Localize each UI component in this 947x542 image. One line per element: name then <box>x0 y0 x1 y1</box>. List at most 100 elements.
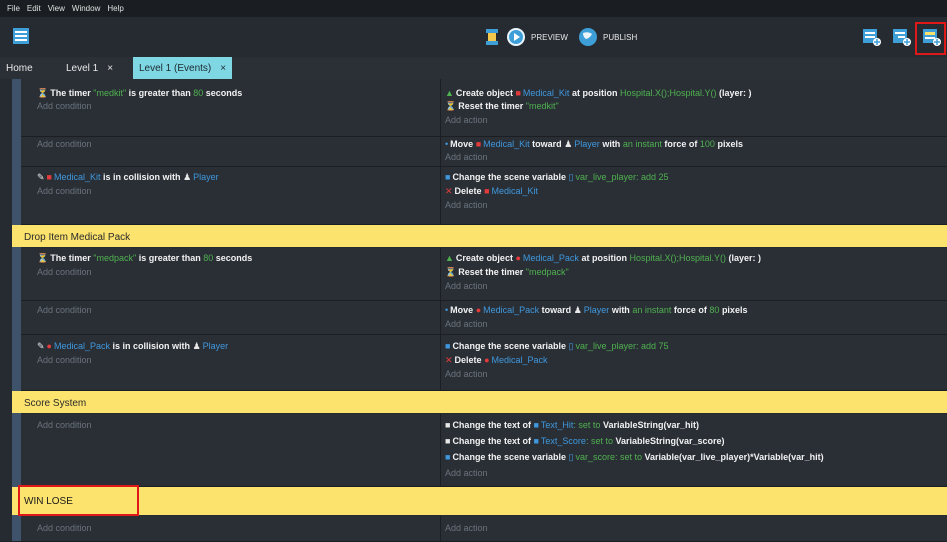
text-object-icon: ■ <box>533 420 539 430</box>
text-icon: ■ <box>445 436 451 446</box>
event-row[interactable]: Add condition • Move ● Medical_Pack toward… <box>21 301 947 335</box>
condition[interactable]: ✎ ■ Medical_Kit is in collision with ♟ Play… <box>37 172 219 183</box>
condition[interactable]: ⏳ The timer "medkit" is greater than 80 s… <box>37 88 242 99</box>
add-event-icon[interactable] <box>862 27 882 47</box>
close-icon[interactable]: × <box>220 63 226 74</box>
add-condition-link[interactable]: Add condition <box>37 101 92 111</box>
event-row[interactable]: ⏳ The timer "medpack" is greater than 80 … <box>21 248 947 301</box>
tab-home[interactable]: Home <box>0 57 39 79</box>
create-object-icon: ▲ <box>445 88 454 98</box>
add-action-link[interactable]: Add action <box>445 115 488 125</box>
medkit-icon: ■ <box>515 88 521 98</box>
action[interactable]: ■ Change the scene variable ▯ var_score: s… <box>445 452 824 463</box>
event-row[interactable]: ✎ ● Medical_Pack is in collision with ♟ Pla… <box>21 335 947 391</box>
text-icon: ■ <box>445 420 451 430</box>
variable-icon: ▯ <box>568 172 574 182</box>
globe-icon <box>579 28 597 46</box>
variable-icon: ▯ <box>568 452 574 462</box>
add-condition-link[interactable]: Add condition <box>37 139 92 149</box>
add-sub-event-icon[interactable] <box>892 27 912 47</box>
close-icon[interactable]: × <box>107 63 113 74</box>
medpack-icon: ● <box>475 305 482 315</box>
menu-edit[interactable]: Edit <box>27 4 41 13</box>
publish-label: PUBLISH <box>603 32 638 42</box>
add-action-link[interactable]: Add action <box>445 152 488 162</box>
player-icon: ♟ <box>573 305 582 315</box>
menu-window[interactable]: Window <box>72 4 100 13</box>
force-icon: • <box>445 139 449 149</box>
events-sheet: ⏳ The timer "medkit" is greater than 80 s… <box>0 79 947 542</box>
add-condition-link[interactable]: Add condition <box>37 186 92 196</box>
event-row[interactable]: Add condition Add action <box>21 516 947 542</box>
action[interactable]: ⏳ Reset the timer "medpack" <box>445 267 569 278</box>
add-action-link[interactable]: Add action <box>445 200 488 210</box>
action[interactable]: • Move ● Medical_Pack toward ♟ Player with … <box>445 305 747 316</box>
text-object-icon: ■ <box>533 436 539 446</box>
tab-bar: Home Level 1 × Level 1 (Events) × <box>0 57 947 79</box>
tab-level-1-events[interactable]: Level 1 (Events) × <box>133 57 233 79</box>
player-icon: ♟ <box>564 139 573 149</box>
action[interactable]: ■ Change the text of ■ Text_Score: set to … <box>445 436 725 446</box>
add-action-link[interactable]: Add action <box>445 468 488 478</box>
group-title: Score System <box>24 398 87 409</box>
action[interactable]: ■ Change the scene variable ▯ var_live_pla… <box>445 172 669 183</box>
scene-variable-icon: ■ <box>445 172 451 182</box>
debug-icon[interactable] <box>484 28 500 46</box>
menu-view[interactable]: View <box>48 4 65 13</box>
add-condition-link[interactable]: Add condition <box>37 420 92 430</box>
add-condition-link[interactable]: Add condition <box>37 305 92 315</box>
menu-file[interactable]: File <box>7 4 20 13</box>
add-condition-link[interactable]: Add condition <box>37 267 92 277</box>
add-action-link[interactable]: Add action <box>445 281 488 291</box>
action[interactable]: ⏳ Reset the timer "medkit" <box>445 101 559 112</box>
menu-bar: File Edit View Window Help <box>0 0 947 17</box>
medkit-icon: ■ <box>484 186 490 196</box>
action[interactable]: ▲ Create object ■ Medical_Kit at position … <box>445 88 752 98</box>
delete-icon: ✕ <box>445 186 453 196</box>
force-icon: • <box>445 305 449 315</box>
add-condition-link[interactable]: Add condition <box>37 523 92 533</box>
toolbar: PREVIEW PUBLISH <box>0 17 947 57</box>
action[interactable]: ■ Change the scene variable ▯ var_live_pla… <box>445 341 669 352</box>
add-action-link[interactable]: Add action <box>445 319 488 329</box>
add-condition-link[interactable]: Add condition <box>37 355 92 365</box>
add-action-link[interactable]: Add action <box>445 523 488 533</box>
collision-icon: ✎ <box>37 341 45 351</box>
action[interactable]: ✕ Delete ■ Medical_Kit <box>445 186 538 197</box>
add-action-link[interactable]: Add action <box>445 369 488 379</box>
timer-icon: ⏳ <box>445 101 457 111</box>
medpack-icon: ● <box>46 341 52 351</box>
menu-help[interactable]: Help <box>107 4 123 13</box>
event-group-header[interactable]: Drop Item Medical Pack <box>12 225 947 247</box>
action[interactable]: • Move ■ Medical_Kit toward ♟ Player with a… <box>445 139 743 150</box>
medpack-icon: ● <box>515 253 521 263</box>
tab-home-label: Home <box>6 62 33 74</box>
player-icon: ♟ <box>192 341 201 351</box>
tab-level-1[interactable]: Level 1 × <box>60 57 119 79</box>
action[interactable]: ✕ Delete ● Medical_Pack <box>445 355 548 366</box>
variable-icon: ▯ <box>568 341 574 351</box>
event-row[interactable]: Add condition • Move ■ Medical_Kit toward … <box>21 137 947 167</box>
condition[interactable]: ⏳ The timer "medpack" is greater than 80 … <box>37 253 252 264</box>
event-row[interactable]: ⏳ The timer "medkit" is greater than 80 s… <box>21 79 947 137</box>
medkit-icon: ■ <box>46 172 52 182</box>
medpack-icon: ● <box>484 355 490 365</box>
preview-button[interactable]: PREVIEW <box>506 26 568 48</box>
scene-variable-icon: ■ <box>445 452 451 462</box>
action[interactable]: ■ Change the text of ■ Text_Hit: set to Va… <box>445 420 699 430</box>
scene-variable-icon: ■ <box>445 341 451 351</box>
event-group-header[interactable]: WIN LOSE <box>12 487 947 515</box>
medkit-icon: ■ <box>475 139 482 149</box>
delete-icon: ✕ <box>445 355 453 365</box>
timer-icon: ⏳ <box>37 88 49 98</box>
action[interactable]: ▲ Create object ● Medical_Pack at position… <box>445 253 761 263</box>
publish-button[interactable]: PUBLISH <box>578 26 637 48</box>
timer-icon: ⏳ <box>37 253 49 263</box>
preview-label: PREVIEW <box>531 32 568 42</box>
event-group-header[interactable]: Score System <box>12 391 947 413</box>
highlight-box-add-group <box>915 22 946 55</box>
condition[interactable]: ✎ ● Medical_Pack is in collision with ♟ Pla… <box>37 341 228 352</box>
event-row[interactable]: ✎ ■ Medical_Kit is in collision with ♟ Play… <box>21 167 947 225</box>
project-manager-icon[interactable] <box>12 26 30 46</box>
event-row[interactable]: Add condition ■ Change the text of ■ Text_… <box>21 414 947 487</box>
